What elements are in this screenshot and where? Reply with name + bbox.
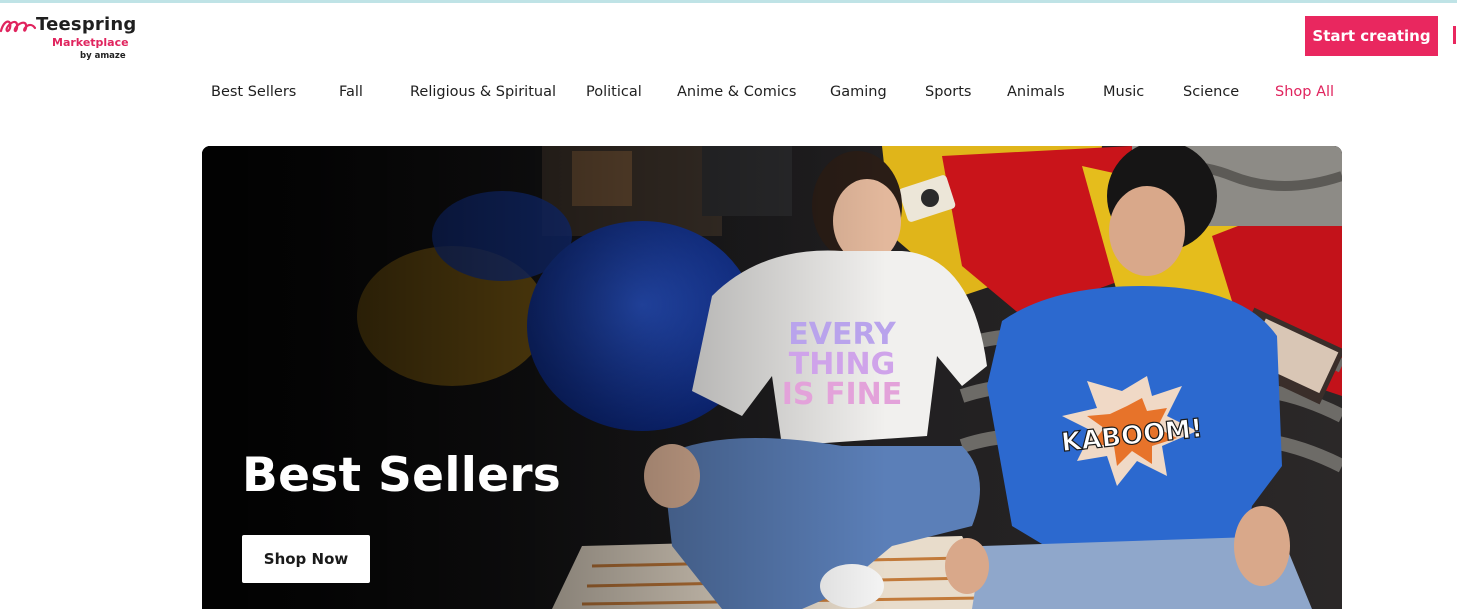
- nav-item-sports[interactable]: Sports: [925, 84, 971, 100]
- brand-name: Teespring: [36, 14, 137, 35]
- hero-photo: EVERY THING IS FINE KABOOM!: [202, 146, 1342, 609]
- nav-item-gaming[interactable]: Gaming: [830, 84, 887, 100]
- hero-banner[interactable]: EVERY THING IS FINE KABOOM! Best Sellers…: [202, 146, 1342, 609]
- nav-item-anime-comics[interactable]: Anime & Comics: [677, 84, 796, 100]
- brand-byline: by amaze: [80, 51, 126, 61]
- logo-loops-icon: [0, 20, 36, 33]
- nav-item-best-sellers[interactable]: Best Sellers: [211, 84, 296, 100]
- nav-item-animals[interactable]: Animals: [1007, 84, 1065, 100]
- top-border: [0, 0, 1457, 3]
- nav-item-religious-spiritual[interactable]: Religious & Spiritual: [410, 84, 556, 100]
- nav-item-shop-all[interactable]: Shop All: [1275, 84, 1334, 100]
- nav-item-music[interactable]: Music: [1103, 84, 1144, 100]
- shop-now-button[interactable]: Shop Now: [242, 535, 370, 583]
- nav-item-fall[interactable]: Fall: [339, 84, 363, 100]
- hero-title: Best Sellers: [242, 448, 562, 503]
- shirt-left-text-3: IS FINE: [782, 377, 902, 412]
- nav-item-science[interactable]: Science: [1183, 84, 1239, 100]
- brand-subtitle: Marketplace: [52, 36, 129, 49]
- start-creating-button[interactable]: Start creating: [1305, 16, 1438, 56]
- nav-item-political[interactable]: Political: [586, 84, 642, 100]
- cut-off-header-item: [1453, 26, 1456, 44]
- brand-logo[interactable]: Teespring Marketplace by amaze: [0, 14, 140, 64]
